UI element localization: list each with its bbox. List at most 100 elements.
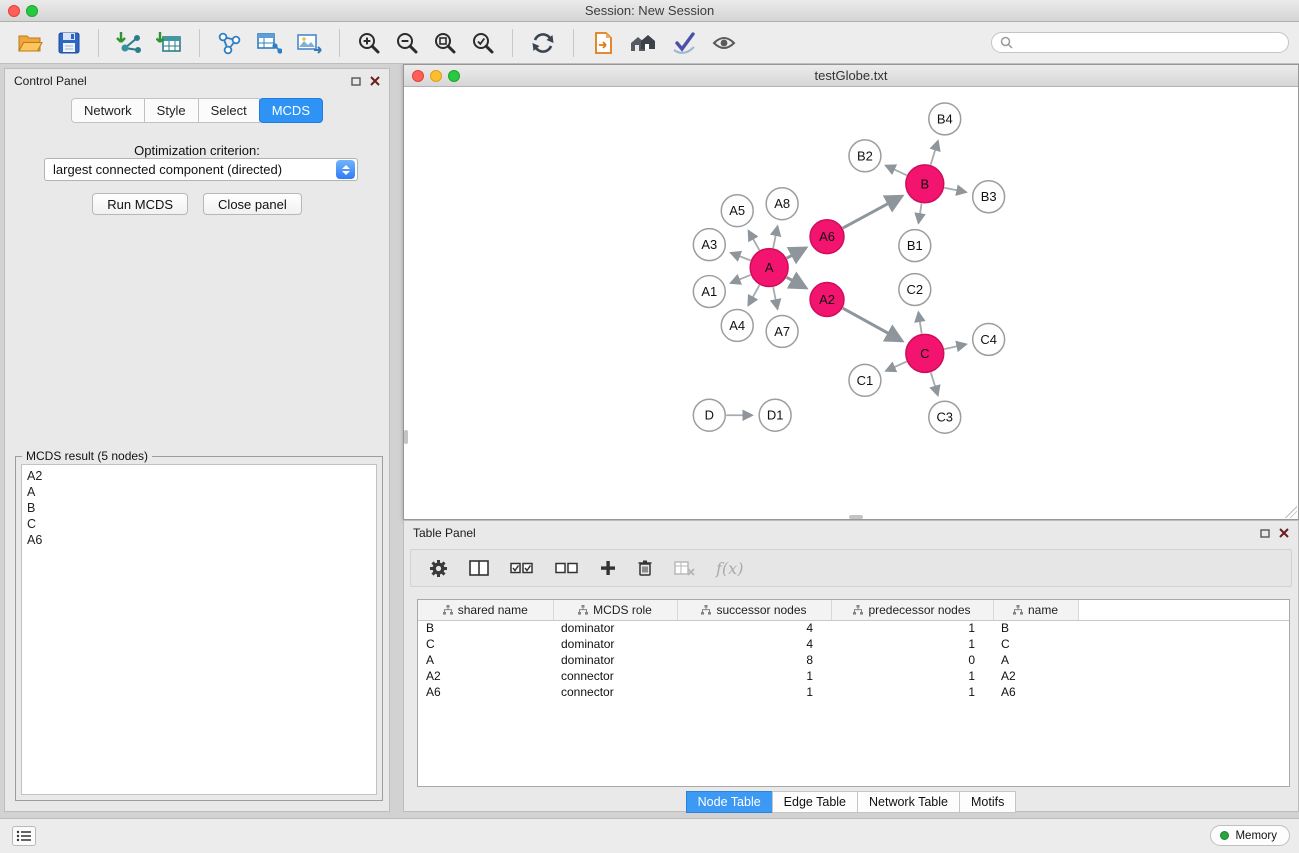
graph-node[interactable]: B3 <box>973 181 1005 213</box>
graph-node[interactable]: A <box>750 249 788 287</box>
run-mcds-button[interactable]: Run MCDS <box>92 193 188 215</box>
graph-node[interactable]: A6 <box>810 220 844 254</box>
add-column-button[interactable] <box>600 560 616 576</box>
show-hide-button[interactable] <box>711 32 737 54</box>
zoom-fit-button[interactable] <box>433 31 457 55</box>
apply-style-button[interactable] <box>671 31 697 55</box>
zoom-out-button[interactable] <box>395 31 419 55</box>
graph-edge[interactable] <box>944 344 966 349</box>
column-header-successor-nodes[interactable]: successor nodes <box>677 600 831 620</box>
open-file-button[interactable] <box>591 31 615 55</box>
graph-edge[interactable] <box>843 308 902 341</box>
graph-edge[interactable] <box>931 372 938 395</box>
table-row[interactable]: Cdominator41C <box>418 636 1290 652</box>
graph-node[interactable]: C1 <box>849 364 881 396</box>
table-row[interactable]: Adominator80A <box>418 652 1290 668</box>
export-image-button[interactable] <box>296 31 322 55</box>
graph-node[interactable]: C <box>906 334 944 372</box>
tab-network-table[interactable]: Network Table <box>857 791 960 813</box>
table-row[interactable]: A2connector11A2 <box>418 668 1290 684</box>
show-columns-button[interactable] <box>469 560 489 576</box>
column-header-mcds-role[interactable]: MCDS role <box>553 600 677 620</box>
mcds-result-item[interactable]: A2 <box>27 468 371 484</box>
graph-edge[interactable] <box>944 188 966 192</box>
resize-grip-icon[interactable] <box>1285 506 1297 518</box>
function-builder-button[interactable]: f(x) <box>716 559 743 578</box>
mcds-result-list[interactable]: A2ABCA6 <box>21 464 377 795</box>
graph-edge[interactable] <box>918 312 921 333</box>
criterion-dropdown[interactable]: largest connected component (directed) <box>44 158 358 181</box>
graph-edge[interactable] <box>843 196 902 228</box>
deselect-all-button[interactable] <box>555 562 579 575</box>
mcds-result-item[interactable]: A <box>27 484 371 500</box>
float-panel-icon[interactable] <box>351 77 361 86</box>
graph-node[interactable]: D1 <box>759 399 791 431</box>
graph-node[interactable]: D <box>693 399 725 431</box>
graph-edge[interactable] <box>731 275 751 283</box>
zoom-in-button[interactable] <box>357 31 381 55</box>
network-table-button[interactable] <box>256 31 282 55</box>
graph-edge[interactable] <box>919 203 922 223</box>
graph-node[interactable]: B <box>906 165 944 203</box>
tab-network[interactable]: Network <box>71 98 145 123</box>
mcds-result-item[interactable]: B <box>27 500 371 516</box>
graph-edge[interactable] <box>931 141 938 165</box>
graph-node[interactable]: B1 <box>899 230 931 262</box>
graph-node[interactable]: B4 <box>929 103 961 135</box>
graph-edge[interactable] <box>886 166 907 176</box>
scrollbar-nub[interactable] <box>404 430 408 444</box>
graph-node[interactable]: A2 <box>810 283 844 317</box>
home-views-button[interactable] <box>629 31 657 55</box>
graph-edge[interactable] <box>886 362 907 371</box>
network-canvas[interactable]: B4 B2 B B3 A5 A8 A6 B1 A3 A C2 A1 A2 A4 A7 C4 C C1 C3 D D1 <box>404 87 1298 519</box>
scrollbar-nub[interactable] <box>849 515 863 519</box>
tab-motifs[interactable]: Motifs <box>959 791 1016 813</box>
zoom-selected-button[interactable] <box>471 31 495 55</box>
graph-edge[interactable] <box>787 277 806 288</box>
graph-node[interactable]: A7 <box>766 315 798 347</box>
graph-node[interactable]: A1 <box>693 276 725 308</box>
graph-edge[interactable] <box>773 287 777 309</box>
column-header-predecessor-nodes[interactable]: predecessor nodes <box>831 600 993 620</box>
graph-edge[interactable] <box>773 226 777 248</box>
graph-node[interactable]: B2 <box>849 140 881 172</box>
mcds-result-item[interactable]: C <box>27 516 371 532</box>
apply-layout-button[interactable] <box>530 31 556 55</box>
tab-node-table[interactable]: Node Table <box>686 791 773 813</box>
search-box[interactable] <box>991 32 1289 53</box>
task-history-button[interactable] <box>12 826 36 846</box>
save-session-button[interactable] <box>57 31 81 55</box>
memory-button[interactable]: Memory <box>1210 825 1290 846</box>
tab-edge-table[interactable]: Edge Table <box>772 791 858 813</box>
graph-node[interactable]: A4 <box>721 309 753 341</box>
graph-edge[interactable] <box>748 285 759 305</box>
import-table-button[interactable] <box>156 31 182 55</box>
mcds-result-item[interactable]: A6 <box>27 532 371 548</box>
select-all-button[interactable] <box>510 562 534 575</box>
network-overview-button[interactable] <box>217 31 242 55</box>
graph-node[interactable]: C4 <box>973 323 1005 355</box>
graph-node[interactable]: C3 <box>929 401 961 433</box>
column-header-shared-name[interactable]: shared name <box>418 600 553 620</box>
import-network-button[interactable] <box>116 31 142 55</box>
table-row[interactable]: A6connector11A6 <box>418 684 1290 700</box>
tab-select[interactable]: Select <box>198 98 260 123</box>
open-session-button[interactable] <box>17 32 43 54</box>
graph-node[interactable]: C2 <box>899 274 931 306</box>
search-input[interactable] <box>1018 36 1280 50</box>
graph-edge[interactable] <box>787 248 806 258</box>
graph-node[interactable]: A8 <box>766 188 798 220</box>
column-header-name[interactable]: name <box>993 600 1078 620</box>
close-panel-icon[interactable] <box>1279 528 1289 538</box>
close-panel-icon[interactable] <box>370 76 380 86</box>
delete-column-button[interactable] <box>637 559 653 577</box>
graph-edge[interactable] <box>749 231 760 250</box>
graph-node[interactable]: A5 <box>721 195 753 227</box>
delete-table-button[interactable] <box>674 560 695 576</box>
graph-node[interactable]: A3 <box>693 229 725 261</box>
tab-style[interactable]: Style <box>144 98 199 123</box>
column-settings-button[interactable] <box>429 559 448 578</box>
tab-mcds[interactable]: MCDS <box>259 98 323 123</box>
close-panel-button[interactable]: Close panel <box>203 193 302 215</box>
float-panel-icon[interactable] <box>1260 529 1270 538</box>
